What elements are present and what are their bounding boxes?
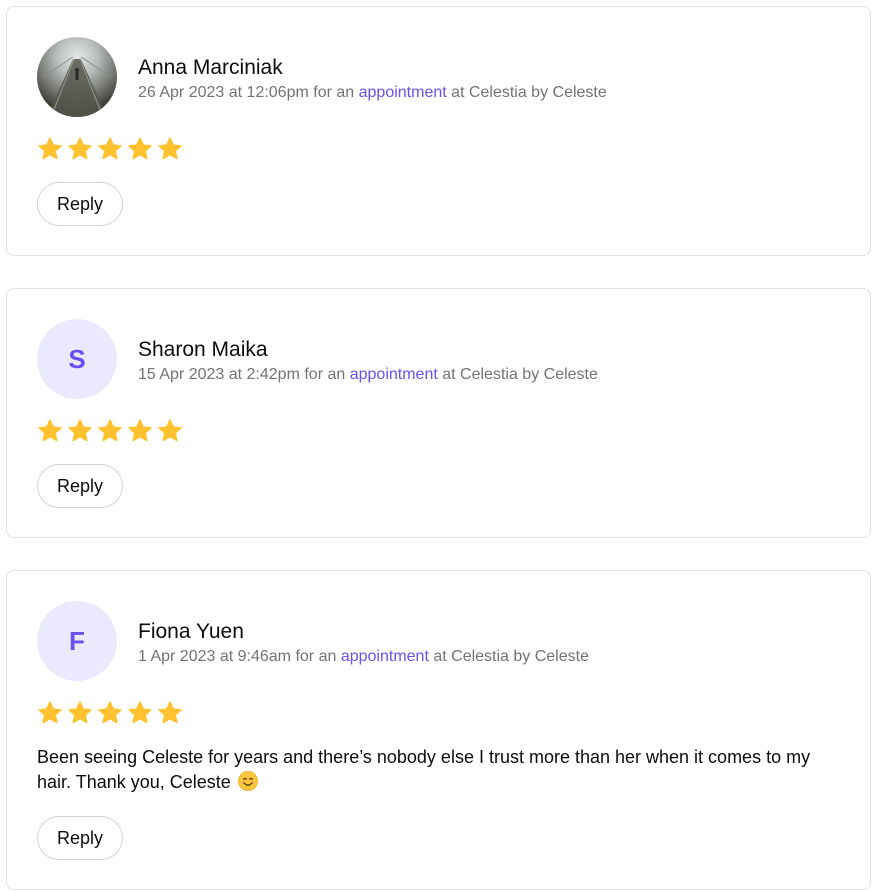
review-meta: 26 Apr 2023 at 12:06pm for an appointmen… — [138, 83, 607, 103]
reviewer-name: Fiona Yuen — [138, 620, 244, 643]
reviewer-name: Anna Marciniak — [138, 56, 283, 79]
walkway-photo-icon — [42, 56, 112, 117]
star-icon — [128, 701, 152, 724]
appointment-link[interactable]: appointment — [350, 366, 438, 383]
meta-suffix: at Celestia by Celeste — [442, 366, 598, 383]
star-rating — [37, 136, 183, 162]
star-icon — [68, 419, 92, 442]
review-meta: 1 Apr 2023 at 9:46am for an appointment … — [138, 647, 589, 667]
star-rating — [37, 700, 183, 726]
star-icon — [98, 419, 122, 442]
star-icon — [128, 137, 152, 160]
star-rating — [37, 418, 183, 444]
appointment-link[interactable]: appointment — [359, 84, 447, 101]
meta-suffix: at Celestia by Celeste — [433, 648, 589, 665]
review-card: Anna Marciniak 26 Apr 2023 at 12:06pm fo… — [6, 6, 871, 256]
review-date: 26 Apr 2023 at 12:06pm — [138, 84, 309, 101]
star-icon — [98, 701, 122, 724]
reviewer-avatar: F — [37, 601, 117, 681]
meta-prefix: for an — [313, 84, 355, 101]
star-icon — [158, 701, 182, 724]
star-icon — [38, 419, 62, 442]
star-icon — [38, 701, 62, 724]
star-icon — [38, 137, 62, 160]
star-icon — [158, 419, 182, 442]
reply-button[interactable]: Reply — [37, 182, 123, 226]
meta-prefix: for an — [295, 648, 337, 665]
star-icon — [68, 137, 92, 160]
reviewer-name: Sharon Maika — [138, 338, 268, 361]
review-text: Been seeing Celeste for years and there’… — [37, 745, 837, 795]
star-icon — [98, 137, 122, 160]
reply-button[interactable]: Reply — [37, 464, 123, 508]
review-date: 15 Apr 2023 at 2:42pm — [138, 366, 300, 383]
reviewer-avatar: S — [37, 319, 117, 399]
review-card: S Sharon Maika 15 Apr 2023 at 2:42pm for… — [6, 288, 871, 538]
review-card: F Fiona Yuen 1 Apr 2023 at 9:46am for an… — [6, 570, 871, 890]
reviewer-avatar — [37, 37, 117, 117]
star-icon — [128, 419, 152, 442]
smiling-face-emoji-icon — [237, 771, 258, 791]
star-icon — [158, 137, 182, 160]
meta-suffix: at Celestia by Celeste — [451, 84, 607, 101]
reply-button[interactable]: Reply — [37, 816, 123, 860]
star-icon — [68, 701, 92, 724]
review-text-body: Been seeing Celeste for years and there’… — [37, 747, 811, 792]
meta-prefix: for an — [304, 366, 346, 383]
review-date: 1 Apr 2023 at 9:46am — [138, 648, 291, 665]
appointment-link[interactable]: appointment — [341, 648, 429, 665]
review-meta: 15 Apr 2023 at 2:42pm for an appointment… — [138, 365, 598, 385]
